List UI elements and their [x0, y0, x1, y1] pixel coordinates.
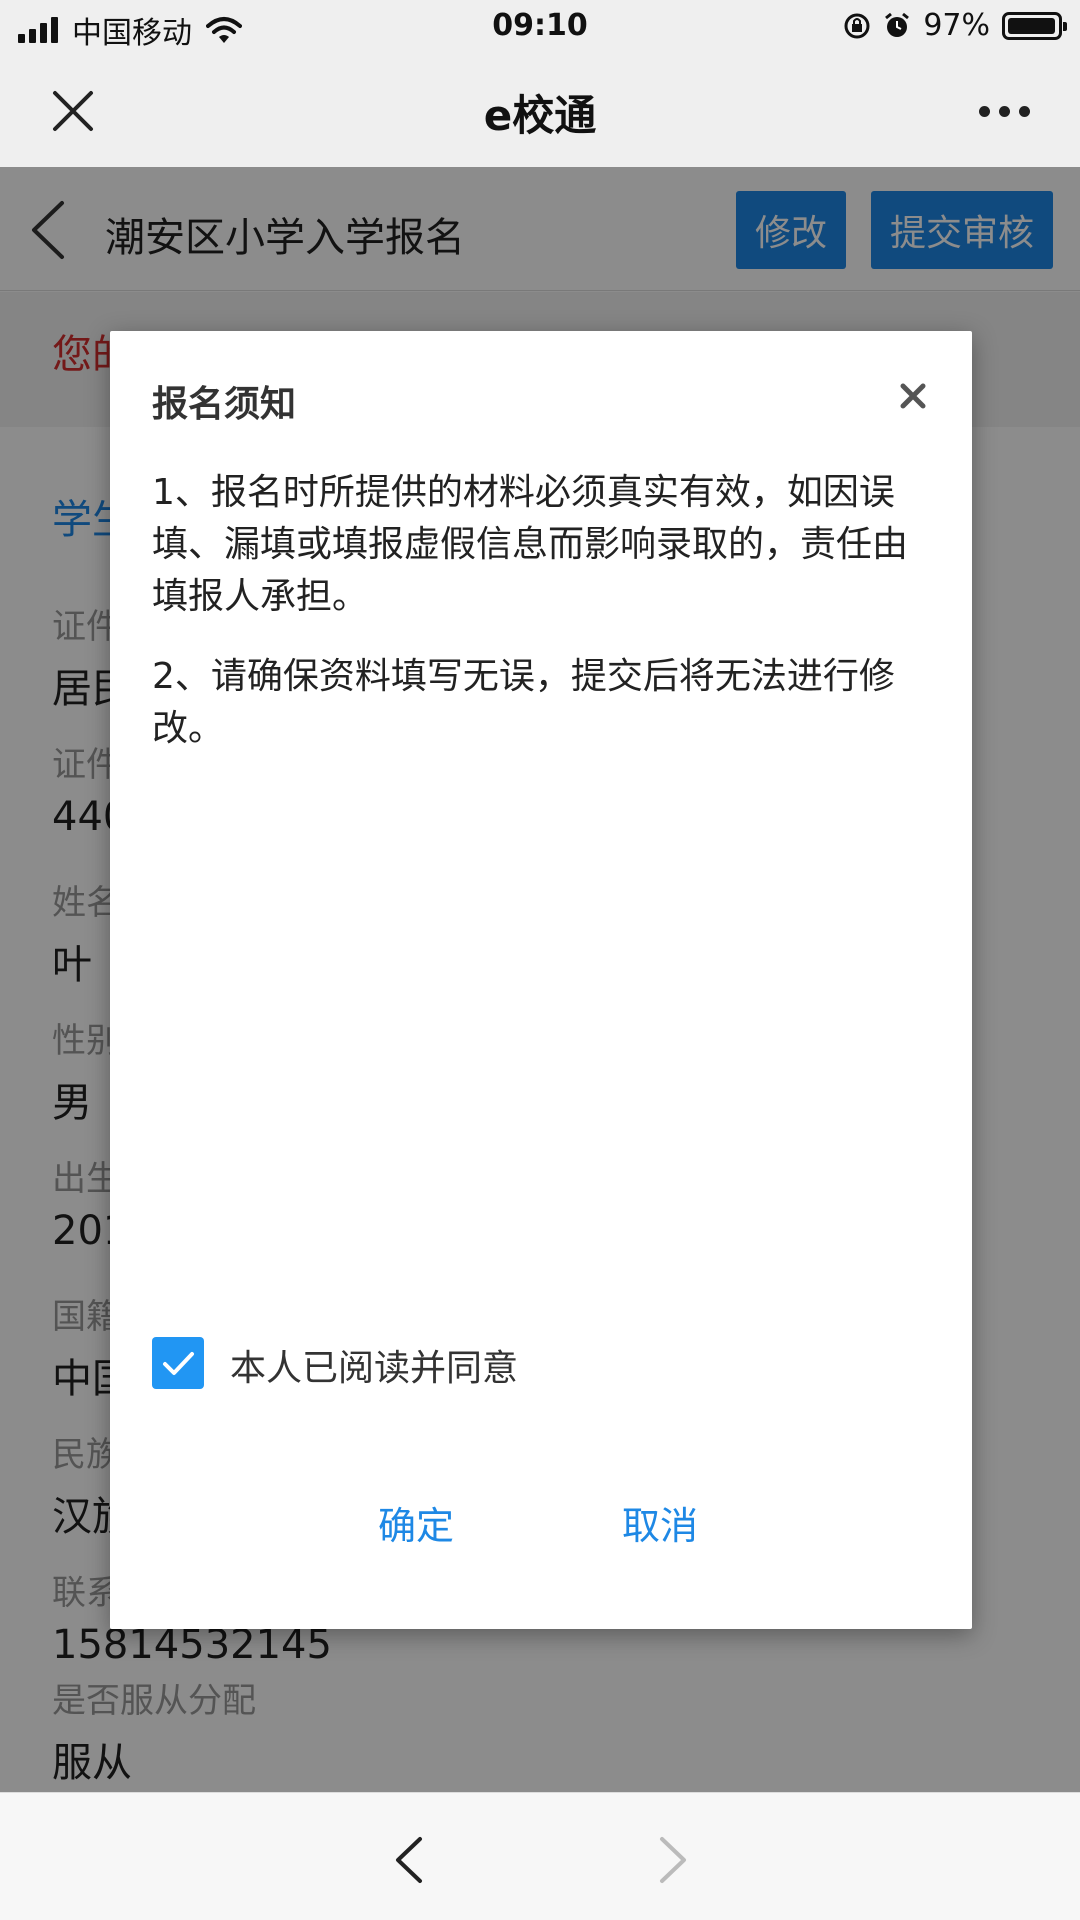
notice-dialog: 报名须知 1、报名时所提供的材料必须真实有效，如因误填、漏填或填报虚假信息而影响…	[110, 331, 972, 1629]
app-title: e校通	[483, 91, 597, 140]
dialog-paragraph: 2、请确保资料填写无误，提交后将无法进行修改。	[152, 656, 895, 749]
battery-percent: 97%	[923, 8, 990, 43]
orientation-lock-icon	[844, 13, 870, 38]
more-icon[interactable]	[979, 106, 1030, 117]
checkmark-icon	[163, 1352, 194, 1375]
confirm-button[interactable]: 确定	[378, 1495, 454, 1550]
agree-checkbox[interactable]	[152, 1337, 204, 1389]
browser-back-icon[interactable]	[390, 1835, 430, 1885]
alarm-icon	[885, 12, 910, 37]
battery-icon	[1002, 11, 1067, 40]
dialog-paragraph: 1、报名时所提供的材料必须真实有效，如因误填、漏填或填报虚假信息而影响录取的，责…	[152, 472, 909, 617]
dialog-title: 报名须知	[152, 384, 297, 425]
status-bar: 中国移动 09:10 97%	[0, 0, 1080, 54]
agree-label[interactable]: 本人已阅读并同意	[230, 1339, 518, 1391]
close-icon[interactable]	[900, 383, 926, 409]
browser-forward-icon[interactable]	[652, 1835, 692, 1885]
cancel-button[interactable]: 取消	[622, 1495, 698, 1550]
app-titlebar: e校通	[0, 54, 1080, 167]
browser-bottom-nav	[0, 1792, 1080, 1920]
status-right: 97%	[843, 8, 1067, 43]
